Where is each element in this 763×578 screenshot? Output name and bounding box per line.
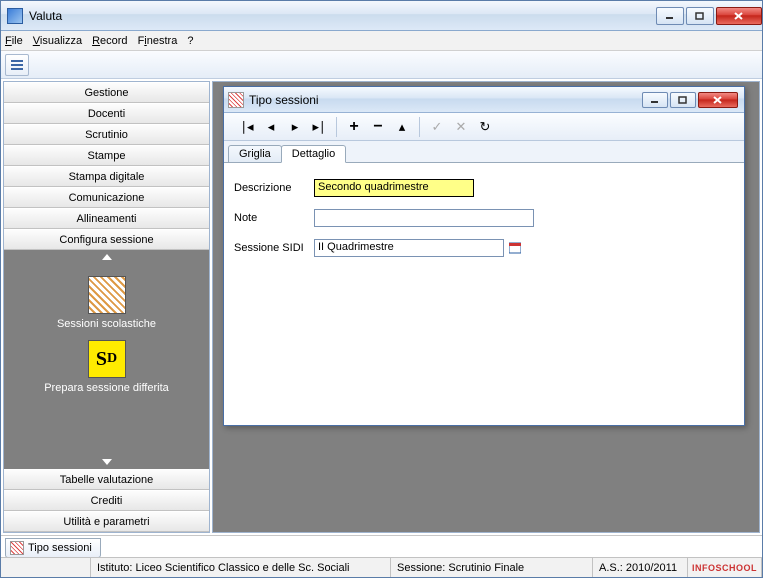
nav-prev-icon[interactable]: ◂ (260, 116, 282, 138)
statusbar: Istituto: Liceo Scientifico Classico e d… (1, 557, 762, 577)
mdi-client: Tipo sessioni ∣◂ ◂ ▸ ▸∣ + − ▴ ✓ ✕ (212, 81, 760, 533)
sessione-sidi-label: Sessione SIDI (234, 242, 314, 254)
sidebar-btn-configura-sessione[interactable]: Configura sessione (4, 229, 209, 250)
sidebar-btn-utilita-parametri[interactable]: Utilità e parametri (4, 511, 209, 532)
prepara-sessione-differita-icon[interactable]: SD (88, 340, 126, 378)
sessioni-scolastiche-label[interactable]: Sessioni scolastiche (8, 318, 205, 330)
prepara-sessione-differita-label[interactable]: Prepara sessione differita (8, 382, 205, 394)
child-window-title: Tipo sessioni (249, 93, 642, 107)
record-cancel-icon[interactable]: ✕ (450, 116, 472, 138)
descrizione-field[interactable]: Secondo quadrimestre (314, 179, 474, 197)
note-label: Note (234, 212, 314, 224)
menu-help[interactable]: ? (187, 35, 193, 47)
status-sessione: Sessione: Scrutinio Finale (391, 558, 593, 577)
sessione-sidi-field[interactable]: II Quadrimestre (314, 239, 504, 257)
nav-next-icon[interactable]: ▸ (284, 116, 306, 138)
sidebar-btn-allineamenti[interactable]: Allineamenti (4, 208, 209, 229)
menu-finestra[interactable]: Finestra (138, 35, 178, 47)
sidebar-btn-comunicazione[interactable]: Comunicazione (4, 187, 209, 208)
main-area: Gestione Docenti Scrutinio Stampe Stampa… (1, 79, 762, 535)
child-close-button[interactable] (698, 92, 738, 108)
record-apply-icon[interactable]: ✓ (426, 116, 448, 138)
task-tab-label: Tipo sessioni (28, 542, 92, 554)
status-istituto: Istituto: Liceo Scientifico Classico e d… (91, 558, 391, 577)
tab-griglia[interactable]: Griglia (228, 145, 282, 162)
toggle-sidebar-button[interactable] (5, 54, 29, 76)
sidebar-btn-tabelle-valutazione[interactable]: Tabelle valutazione (4, 469, 209, 490)
sidebar-scroll-up[interactable] (4, 250, 209, 264)
child-minimize-button[interactable] (642, 92, 668, 108)
sidebar-btn-crediti[interactable]: Crediti (4, 490, 209, 511)
task-tab-icon (10, 541, 24, 555)
nav-first-icon[interactable]: ∣◂ (236, 116, 258, 138)
sidebar-btn-stampa-digitale[interactable]: Stampa digitale (4, 166, 209, 187)
menu-record[interactable]: Record (92, 35, 127, 47)
descrizione-label: Descrizione (234, 182, 314, 194)
child-titlebar: Tipo sessioni (224, 87, 744, 113)
record-add-icon[interactable]: + (343, 116, 365, 138)
sidebar: Gestione Docenti Scrutinio Stampe Stampa… (3, 81, 210, 533)
sidebar-panel: Sessioni scolastiche SD Prepara sessione… (4, 250, 209, 469)
menu-visualizza[interactable]: Visualizza (33, 35, 82, 47)
note-field[interactable] (314, 209, 534, 227)
sidebar-scroll-down[interactable] (4, 455, 209, 469)
child-maximize-button[interactable] (670, 92, 696, 108)
app-icon (7, 8, 23, 24)
sidebar-btn-docenti[interactable]: Docenti (4, 103, 209, 124)
record-refresh-icon[interactable]: ↻ (474, 116, 496, 138)
maximize-button[interactable] (686, 7, 714, 25)
sidebar-btn-gestione[interactable]: Gestione (4, 82, 209, 103)
window-title: Valuta (29, 9, 654, 23)
status-anno: A.S.: 2010/2011 (593, 558, 688, 577)
close-button[interactable] (716, 7, 762, 25)
nav-last-icon[interactable]: ▸∣ (308, 116, 330, 138)
menu-file[interactable]: File (5, 35, 23, 47)
minimize-button[interactable] (656, 7, 684, 25)
sidebar-btn-stampe[interactable]: Stampe (4, 145, 209, 166)
child-toolbar: ∣◂ ◂ ▸ ▸∣ + − ▴ ✓ ✕ ↻ (224, 113, 744, 141)
sidebar-btn-scrutinio[interactable]: Scrutinio (4, 124, 209, 145)
status-empty (1, 558, 91, 577)
child-tabs: Griglia Dettaglio (224, 141, 744, 163)
mdi-task-tabs: Tipo sessioni (1, 535, 762, 557)
record-remove-icon[interactable]: − (367, 116, 389, 138)
tab-dettaglio[interactable]: Dettaglio (281, 145, 346, 163)
record-up-icon[interactable]: ▴ (391, 116, 413, 138)
sessioni-scolastiche-icon[interactable] (88, 276, 126, 314)
sessione-sidi-picker-icon[interactable] (508, 241, 522, 255)
window-titlebar: Valuta (1, 1, 762, 31)
child-window-icon (228, 92, 244, 108)
menubar: File Visualizza Record Finestra ? (1, 31, 762, 51)
task-tab-tipo-sessioni[interactable]: Tipo sessioni (5, 538, 101, 558)
form-dettaglio: Descrizione Secondo quadrimestre Note Se… (224, 163, 744, 425)
child-window-tipo-sessioni: Tipo sessioni ∣◂ ◂ ▸ ▸∣ + − ▴ ✓ ✕ (223, 86, 745, 426)
status-brand: INFOSCHOOL (688, 558, 762, 577)
main-toolbar (1, 51, 762, 79)
